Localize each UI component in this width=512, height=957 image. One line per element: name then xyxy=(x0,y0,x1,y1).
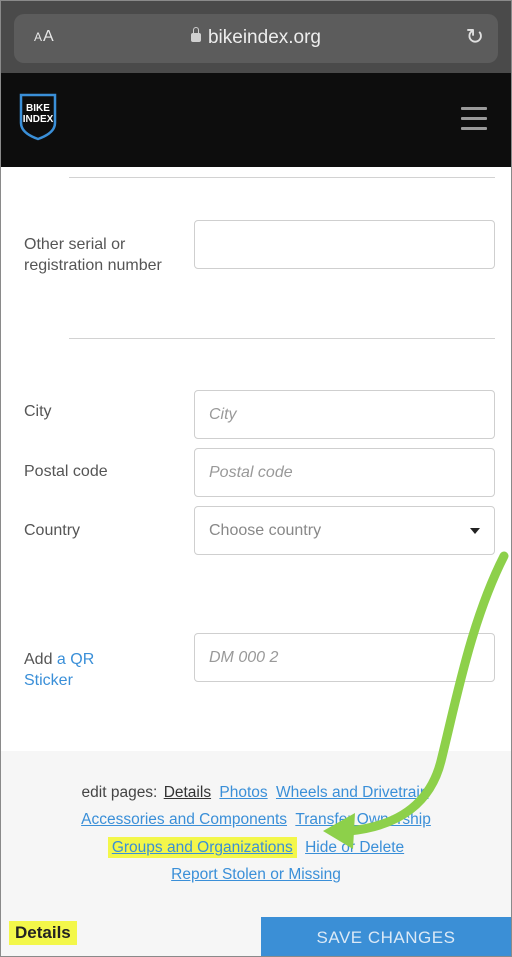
dropdown-caret-icon xyxy=(470,527,480,534)
bottom-action-bar: Details SAVE CHANGES xyxy=(1,906,511,956)
reload-icon[interactable]: ↻ xyxy=(466,24,484,50)
menu-icon[interactable] xyxy=(461,107,487,137)
qr-sticker-input[interactable]: DM 000 2 xyxy=(194,633,495,682)
country-select-value: Choose country xyxy=(209,521,322,539)
lock-icon xyxy=(190,27,201,42)
address-bar[interactable]: AA bikeindex.org ↻ xyxy=(14,14,498,63)
edit-link-accessories[interactable]: Accessories and Components xyxy=(81,811,287,828)
city-label: City xyxy=(24,403,52,420)
qr-label-prefix: Add xyxy=(24,651,53,668)
country-select[interactable]: Choose country xyxy=(194,506,495,555)
postal-code-label: Postal code xyxy=(24,463,108,480)
edit-pages-intro: edit pages: xyxy=(81,784,158,801)
postal-code-input[interactable]: Postal code xyxy=(194,448,495,497)
browser-toolbar: AA bikeindex.org ↻ xyxy=(1,1,511,73)
phone-screen: AA bikeindex.org ↻ BIKE INDEX Other seri… xyxy=(0,0,512,957)
edit-pages-line-2: Accessories and Components Transfer Owne… xyxy=(1,808,511,832)
edit-link-photos[interactable]: Photos xyxy=(219,784,267,801)
country-label: Country xyxy=(24,522,81,539)
other-serial-input[interactable] xyxy=(194,220,495,269)
section-divider xyxy=(69,177,495,178)
url-display[interactable]: bikeindex.org xyxy=(14,27,498,49)
other-serial-label: Other serial or registration number xyxy=(24,236,162,274)
site-header: BIKE INDEX xyxy=(1,73,511,167)
edit-pages-nav: edit pages: Details Photos Wheels and Dr… xyxy=(1,751,511,906)
edit-link-report[interactable]: Report Stolen or Missing xyxy=(171,866,341,883)
url-text: bikeindex.org xyxy=(207,27,322,48)
city-input[interactable]: City xyxy=(194,390,495,439)
edit-link-wheels[interactable]: Wheels and Drivetrain xyxy=(276,784,428,801)
edit-link-hide[interactable]: Hide or Delete xyxy=(305,839,404,856)
logo-text-top: BIKE xyxy=(26,103,50,114)
save-changes-button[interactable]: SAVE CHANGES xyxy=(261,917,511,956)
qr-sticker-label: Add a QR Sticker xyxy=(24,649,134,691)
bike-index-logo[interactable]: BIKE INDEX xyxy=(19,93,57,141)
logo-text-bottom: INDEX xyxy=(23,114,54,125)
edit-link-details[interactable]: Details xyxy=(164,784,211,801)
section-divider xyxy=(69,338,495,339)
current-page-label: Details xyxy=(9,921,77,945)
edit-link-transfer[interactable]: Transfer Ownership xyxy=(295,811,431,828)
edit-link-groups[interactable]: Groups and Organizations xyxy=(107,837,297,858)
edit-pages-line-3: Groups and Organizations Hide or Delete xyxy=(1,836,511,860)
edit-pages-line-1: edit pages: Details Photos Wheels and Dr… xyxy=(1,781,511,805)
edit-pages-line-4: Report Stolen or Missing xyxy=(1,863,511,887)
